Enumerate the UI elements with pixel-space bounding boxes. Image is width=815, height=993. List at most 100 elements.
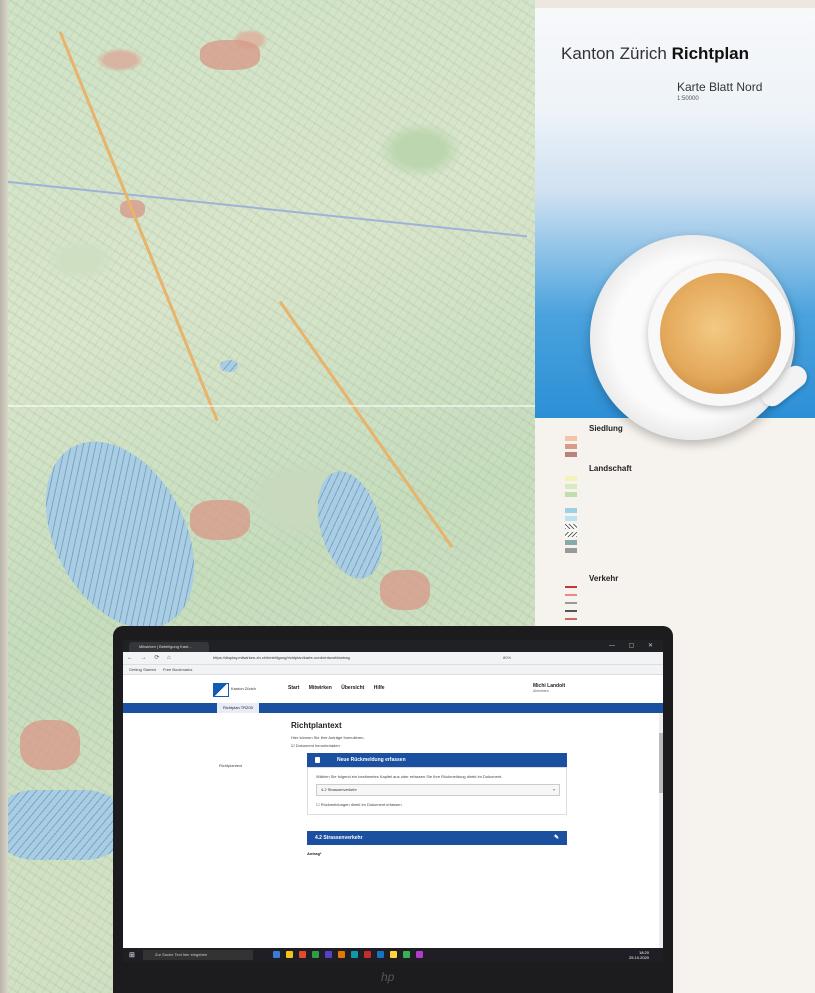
legend-swatch: [565, 548, 577, 553]
taskbar-app-icon[interactable]: [338, 951, 345, 958]
windows-start-icon[interactable]: ⊞: [129, 951, 135, 959]
taskbar-app-icon[interactable]: [299, 951, 306, 958]
zoom-level[interactable]: 80%: [503, 655, 511, 660]
taskbar-app-icon[interactable]: [312, 951, 319, 958]
legend-swatch: [565, 516, 577, 521]
browser-tab-bar: Mitwirken | Beteiligung Kant... — ▢ ✕: [123, 640, 663, 652]
legend-swatch: [565, 618, 577, 620]
sheet-scale: 1:50000: [677, 96, 699, 102]
map-edge: [0, 0, 8, 993]
taskbar-app-icon[interactable]: [286, 951, 293, 958]
taskbar-apps: [273, 951, 429, 960]
sheet-title: Kanton Zürich Richtplan: [561, 44, 749, 64]
url-field[interactable]: https://display.mitwirken-zh.ch/beteilig…: [213, 655, 503, 661]
taskbar-app-icon[interactable]: [416, 951, 423, 958]
taskbar-app-icon[interactable]: [390, 951, 397, 958]
tab-richtplan[interactable]: Richtplan TRZ00: [217, 703, 259, 713]
new-feedback-panel-header: Neue Rückmeldung erfassen: [307, 753, 567, 767]
scrollbar-thumb[interactable]: [659, 733, 663, 793]
inline-feedback-checkbox-label: Rückmeldungen direkt im Dokument erfasse…: [320, 802, 402, 807]
antrag-label: Antrag*: [307, 851, 322, 856]
chapter-select-value: 4.2 Strassenverkehr: [321, 787, 357, 792]
map-road: [58, 30, 219, 422]
taskbar-app-icon[interactable]: [351, 951, 358, 958]
map-lake: [15, 416, 225, 654]
legend-swatch: [565, 484, 577, 489]
nav-hilfe[interactable]: Hilfe: [374, 685, 385, 691]
bookmarks-bar: Getting Started Free Bookmarks: [123, 665, 663, 675]
legend-swatch: [565, 586, 577, 588]
coffee-crema: [660, 273, 781, 394]
sheet-subtitle: Karte Blatt Nord: [677, 80, 763, 94]
window-controls[interactable]: — ▢ ✕: [609, 642, 659, 649]
taskbar-search[interactable]: Zur Suche Text hier eingeben: [143, 950, 253, 960]
taskbar-app-icon[interactable]: [403, 951, 410, 958]
map-town: [20, 720, 80, 770]
nav-uebersicht[interactable]: Übersicht: [341, 685, 364, 691]
hp-logo: hp: [381, 970, 395, 984]
logout-link[interactable]: Abmelden: [533, 689, 565, 693]
logo-text: Kanton Zürich: [231, 686, 256, 691]
download-checkbox-label: Dokument herunterladen: [295, 743, 340, 748]
legend-swatch: [565, 602, 577, 604]
sheet-title-canton: Kanton Zürich: [561, 44, 667, 63]
comment-icon: [315, 757, 320, 763]
page-title: Richtplantext: [291, 721, 342, 730]
taskbar-app-icon[interactable]: [377, 951, 384, 958]
map-town: [200, 40, 260, 70]
chapter-select[interactable]: 4.2 Strassenverkehr ▾: [316, 784, 560, 796]
legend-swatch: [565, 452, 577, 457]
legend-swatch: [565, 540, 577, 545]
app-header: Kanton Zürich Start Mitwirken Übersicht …: [123, 675, 663, 703]
browser-tab-title: Mitwirken | Beteiligung Kant...: [139, 644, 192, 649]
chevron-down-icon: ▾: [552, 787, 555, 792]
taskbar-app-icon[interactable]: [325, 951, 332, 958]
page-content: Richtplantext Richtplantext Hier können …: [123, 713, 663, 962]
legend-swatch: [565, 436, 577, 441]
user-menu[interactable]: Michi Landolt Abmelden: [533, 683, 565, 693]
laptop: Mitwirken | Beteiligung Kant... — ▢ ✕ ← …: [113, 626, 673, 993]
edit-icon[interactable]: ✎: [554, 831, 559, 845]
chapter-panel-title: 4.2 Strassenverkehr: [315, 835, 363, 841]
map-town: [380, 570, 430, 610]
download-checkbox-row[interactable]: ☑ Dokument herunterladen: [291, 743, 340, 748]
map-railway: [0, 180, 528, 238]
new-feedback-panel-body: Wählen Sie folgend ein bestimmtes Kapite…: [307, 767, 567, 815]
legend-swatch: [565, 532, 577, 537]
legend-swatch: [565, 610, 577, 612]
nav-buttons[interactable]: ← → ⟳ ⌂: [127, 654, 174, 661]
legend-swatch: [565, 594, 577, 596]
legend-heading-verkehr: Verkehr: [589, 574, 619, 583]
left-column: Richtplantext: [123, 713, 273, 962]
taskbar-app-icon[interactable]: [273, 951, 280, 958]
taskbar-app-icon[interactable]: [364, 951, 371, 958]
legend-swatch: [565, 524, 577, 529]
legend-swatch: [565, 508, 577, 513]
page-scrollbar[interactable]: [659, 713, 663, 962]
legend-swatch: [565, 476, 577, 481]
new-feedback-help-text: Wählen Sie folgend ein bestimmtes Kapite…: [316, 774, 503, 779]
clock-date: 25.10.2020: [628, 955, 649, 960]
browser-tab[interactable]: Mitwirken | Beteiligung Kant...: [129, 642, 209, 652]
chapter-panel-header: 4.2 Strassenverkehr ✎: [307, 831, 567, 845]
new-feedback-title: Neue Rückmeldung erfassen: [337, 757, 406, 763]
main-nav: Start Mitwirken Übersicht Hilfe: [288, 685, 393, 691]
bookmark-item[interactable]: Free Bookmarks: [163, 667, 192, 672]
canton-logo-icon[interactable]: [213, 683, 229, 697]
main-column: Richtplantext Hier können Sie Ihre Anträ…: [291, 713, 651, 962]
inline-feedback-checkbox-row[interactable]: ☐ Rückmeldungen direkt im Dokument erfas…: [316, 802, 402, 807]
map-lake: [306, 464, 394, 586]
nav-start[interactable]: Start: [288, 685, 299, 691]
address-bar-row: ← → ⟳ ⌂ https://display.mitwirken-zh.ch/…: [123, 652, 663, 665]
intro-text: Hier können Sie Ihre Anträge formulieren…: [291, 735, 365, 740]
map-lake: [220, 360, 238, 372]
bookmark-item[interactable]: Getting Started: [129, 667, 156, 672]
map-town: [190, 500, 250, 540]
cup: [648, 261, 793, 406]
coffee-cup: [590, 235, 812, 455]
section-bar: Richtplan TRZ00: [123, 703, 663, 713]
legend-swatch: [565, 492, 577, 497]
taskbar-clock[interactable]: 18:20 25.10.2020: [629, 950, 649, 960]
sheet-title-richtplan: Richtplan: [671, 44, 750, 63]
nav-mitwirken[interactable]: Mitwirken: [309, 685, 332, 691]
